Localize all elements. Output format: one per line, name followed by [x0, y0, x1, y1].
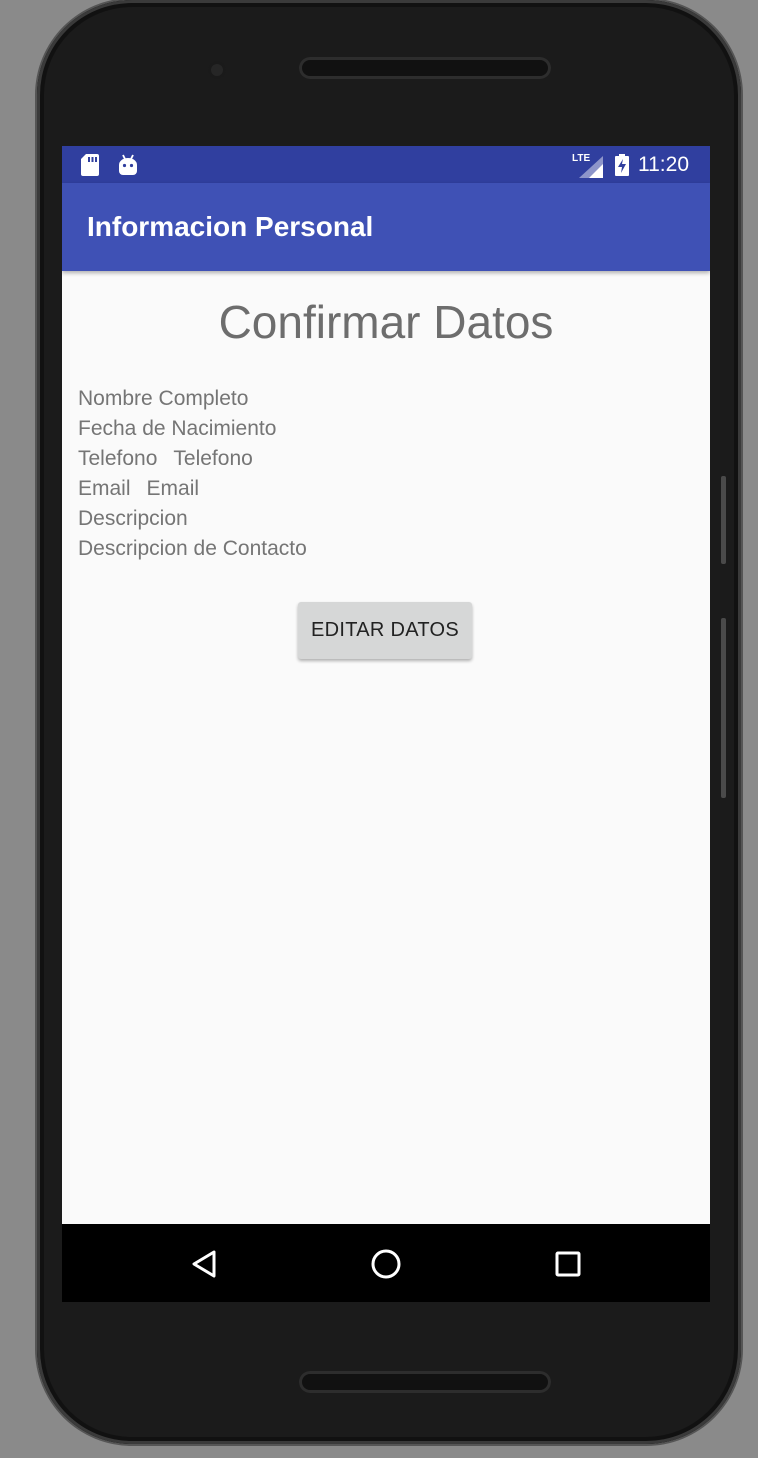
list-item: Fecha de Nacimiento	[78, 414, 307, 444]
main-content: Confirmar Datos Nombre Completo Fecha de…	[62, 271, 710, 1224]
power-button	[721, 476, 726, 564]
field-label-telefono: Telefono	[78, 447, 158, 470]
app-title: Informacion Personal	[87, 211, 374, 242]
field-label-email: Email	[78, 477, 131, 500]
volume-button	[721, 618, 726, 798]
top-speaker	[299, 57, 551, 79]
navigation-bar	[62, 1224, 710, 1302]
info-list: Nombre Completo Fecha de Nacimiento Tele…	[78, 384, 307, 564]
list-item: Telefono Telefono	[78, 444, 307, 474]
bottom-speaker	[299, 1371, 551, 1393]
field-label-descripcion-contacto: Descripcion de Contacto	[78, 537, 307, 560]
list-item: Email Email	[78, 474, 307, 504]
field-label-nombre: Nombre Completo	[78, 387, 249, 410]
sd-card-icon	[81, 154, 99, 176]
field-label-descripcion: Descripcion	[78, 507, 188, 530]
status-bar: LTE 11:20	[62, 146, 710, 183]
front-camera	[208, 61, 226, 79]
list-item: Descripcion	[78, 504, 307, 534]
edit-data-button[interactable]: EDITAR DATOS	[298, 602, 472, 659]
list-item: Descripcion de Contacto	[78, 534, 307, 564]
back-icon[interactable]	[186, 1246, 222, 1282]
app-bar: Informacion Personal	[62, 183, 710, 271]
field-value-email: Email	[146, 477, 200, 500]
list-item: Nombre Completo	[78, 384, 307, 414]
field-value-telefono: Telefono	[173, 447, 253, 470]
field-label-fecha: Fecha de Nacimiento	[78, 417, 277, 440]
screen: LTE 11:20 Informacion Personal Confirmar…	[62, 146, 710, 1302]
android-icon	[119, 154, 137, 175]
battery-charging-icon	[615, 154, 629, 176]
status-time: 11:20	[638, 153, 689, 176]
page-title: Confirmar Datos	[218, 296, 554, 348]
signal-icon	[579, 156, 603, 178]
recents-icon[interactable]	[550, 1246, 586, 1282]
home-icon[interactable]	[368, 1246, 404, 1282]
